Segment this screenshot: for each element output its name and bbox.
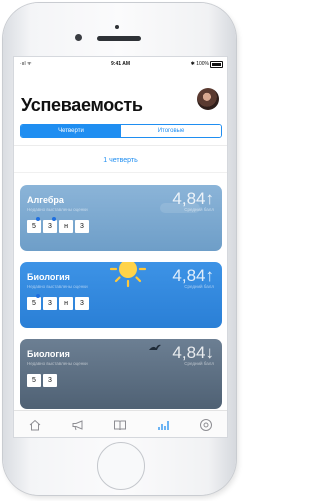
subject-subtitle: Недавно выставлены оценки xyxy=(27,207,88,212)
home-icon xyxy=(29,419,41,430)
page-title: Успеваемость xyxy=(21,95,143,115)
status-bar: ·ııl ᯤ 9:41 AM ✱ 100% xyxy=(14,57,227,71)
grades-row: 5 3 н 3 xyxy=(27,294,91,310)
grade-cell[interactable]: 3 xyxy=(75,297,89,310)
grade-cell[interactable]: 5 xyxy=(27,294,41,310)
subject-name: Биология xyxy=(27,349,70,359)
grade-cell[interactable]: н xyxy=(59,220,73,233)
period-selector[interactable]: 1 четверть xyxy=(14,157,227,164)
bird-icon xyxy=(149,344,161,350)
average-score: 4,84↓ xyxy=(172,343,214,362)
grade-cell[interactable]: 3 xyxy=(75,220,89,233)
grades-row: 5 3 xyxy=(27,374,59,387)
tab-bar xyxy=(14,410,227,437)
tab-quarters[interactable]: Четверти xyxy=(21,125,121,137)
grade-cell[interactable]: н xyxy=(59,297,73,310)
grade-cell[interactable]: 3 xyxy=(43,217,57,233)
home-button[interactable] xyxy=(97,442,145,490)
average-score: 4,84↑ xyxy=(172,189,214,208)
grades-row: 5 3 н 3 xyxy=(27,217,91,233)
subject-card-algebra[interactable]: Алгебра Недавно выставлены оценки 4,84↑ … xyxy=(20,185,222,251)
battery-icon xyxy=(210,61,223,68)
average-score: 4,84↑ xyxy=(172,266,214,285)
book-icon xyxy=(114,420,127,430)
subject-card-biology-2[interactable]: Биология Недавно выставлены оценки 4,84↓… xyxy=(20,339,222,409)
subject-subtitle: Недавно выставлены оценки xyxy=(27,361,88,366)
sun-icon xyxy=(109,262,147,288)
megaphone-icon xyxy=(72,419,83,430)
segmented-control: Четверти Итоговые xyxy=(20,124,222,138)
tab-grades[interactable] xyxy=(142,411,185,437)
tab-home[interactable] xyxy=(14,411,57,437)
average-label: Средний балл xyxy=(184,284,214,289)
subject-card-biology[interactable]: Биология Недавно выставлены оценки 4,84↑… xyxy=(20,262,222,328)
earpiece-speaker xyxy=(97,36,141,41)
divider xyxy=(14,145,227,146)
tab-diary[interactable] xyxy=(99,411,142,437)
tab-announcements[interactable] xyxy=(57,411,100,437)
subject-subtitle: Недавно выставлены оценки xyxy=(27,284,88,289)
profile-icon xyxy=(199,418,212,431)
phone-frame: ·ııl ᯤ 9:41 AM ✱ 100% Успеваемость Четве… xyxy=(3,3,236,495)
grade-cell[interactable]: 5 xyxy=(27,374,41,387)
battery-percent: ✱ 100% xyxy=(190,61,209,67)
grade-cell[interactable]: 3 xyxy=(43,297,57,310)
average-label: Средний балл xyxy=(184,361,214,366)
front-camera xyxy=(75,34,82,41)
subject-name: Алгебра xyxy=(27,195,64,205)
grade-cell[interactable]: 5 xyxy=(27,217,41,233)
app-screen: ·ııl ᯤ 9:41 AM ✱ 100% Успеваемость Четве… xyxy=(13,56,228,438)
average-label: Средний балл xyxy=(184,207,214,212)
subject-name: Биология xyxy=(27,272,70,282)
front-sensor xyxy=(115,25,119,29)
chart-icon xyxy=(158,420,169,430)
tab-profile[interactable] xyxy=(184,411,227,437)
tab-final[interactable]: Итоговые xyxy=(121,125,221,137)
grade-cell[interactable]: 3 xyxy=(43,374,57,387)
divider xyxy=(14,172,227,173)
avatar[interactable] xyxy=(197,88,219,110)
